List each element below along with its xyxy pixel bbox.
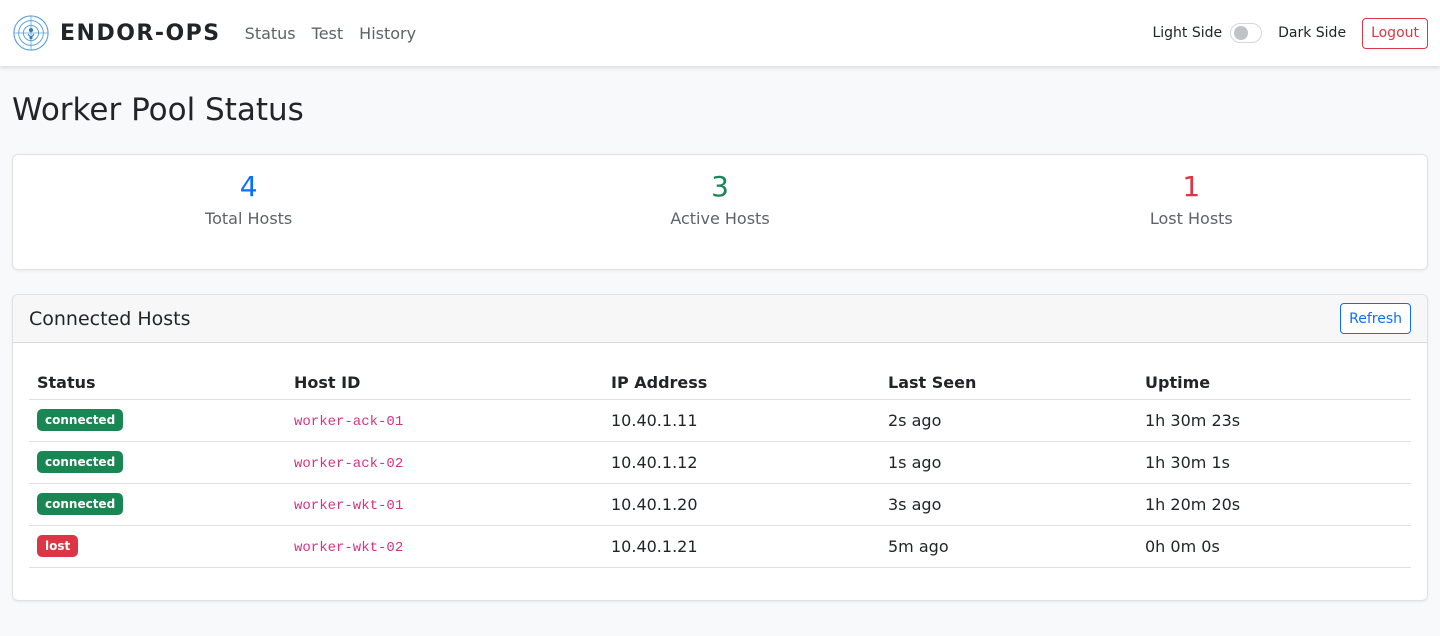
last-seen: 3s ago [880,483,1137,526]
card-title: Connected Hosts [29,307,191,330]
status-badge: lost [37,535,79,557]
column-header-last-seen: Last Seen [880,359,1137,400]
table-row: lost worker-wkt-02 10.40.1.21 5m ago 0h … [29,525,1411,568]
table-row: connected worker-wkt-01 10.40.1.20 3s ag… [29,483,1411,526]
theme-dark-label: Dark Side [1278,25,1347,41]
stat-lost-value: 1 [1182,170,1201,203]
stat-active-value: 3 [711,170,729,203]
toggle-knob [1234,26,1249,40]
host-id: worker-ack-02 [294,456,404,472]
nav-link-history[interactable]: History [359,24,416,43]
status-badge: connected [37,493,124,515]
endor-ops-logo [13,15,49,51]
ip-address: 10.40.1.12 [603,441,880,484]
stat-lost-hosts: 1 Lost Hosts [956,155,1427,269]
ip-address: 10.40.1.21 [603,525,880,568]
main-content: Worker Pool Status 4 Total Hosts 3 Activ… [0,92,1440,601]
last-seen: 5m ago [880,525,1137,568]
table-row: connected worker-ack-01 10.40.1.11 2s ag… [29,399,1411,442]
theme-light-label: Light Side [1152,25,1223,41]
brand-name: ENDOR-OPS [60,20,221,46]
host-id: worker-ack-01 [294,414,404,430]
host-id: worker-wkt-02 [294,540,404,556]
stats-card: 4 Total Hosts 3 Active Hosts 1 Lost Host… [12,154,1428,270]
column-header-host-id: Host ID [286,359,603,400]
uptime: 1h 30m 23s [1137,399,1411,442]
brand[interactable]: ENDOR-OPS [12,14,221,52]
uptime: 0h 0m 0s [1137,525,1411,568]
status-badge: connected [37,409,124,431]
last-seen: 2s ago [880,399,1137,442]
nav-links: Status Test History [245,24,416,43]
column-header-ip-address: IP Address [603,359,880,400]
table-header-row: Status Host ID IP Address Last Seen Upti… [29,359,1411,400]
host-id: worker-wkt-01 [294,498,404,514]
connected-hosts-card: Connected Hosts Refresh Status Host ID I… [12,294,1428,601]
navbar: ENDOR-OPS Status Test History Light Side… [0,0,1440,66]
stat-lost-label: Lost Hosts [1149,209,1233,228]
uptime: 1h 20m 20s [1137,483,1411,526]
ip-address: 10.40.1.11 [603,399,880,442]
card-header: Connected Hosts Refresh [13,295,1427,343]
stat-total-value: 4 [239,170,258,203]
column-header-status: Status [29,359,286,400]
logout-button[interactable]: Logout [1362,17,1428,49]
uptime: 1h 30m 1s [1137,441,1411,484]
page-title: Worker Pool Status [12,92,304,128]
nav-link-test[interactable]: Test [312,24,344,43]
theme-toggle[interactable] [1230,23,1263,43]
refresh-button[interactable]: Refresh [1340,303,1411,334]
hosts-table: Status Host ID IP Address Last Seen Upti… [29,359,1411,568]
last-seen: 1s ago [880,441,1137,484]
nav-right: Light Side Dark Side Logout [1152,17,1428,49]
ip-address: 10.40.1.20 [603,483,880,526]
nav-link-status[interactable]: Status [245,24,296,43]
stat-active-label: Active Hosts [670,209,770,228]
column-header-uptime: Uptime [1137,359,1411,400]
table-row: connected worker-ack-02 10.40.1.12 1s ag… [29,441,1411,484]
stat-active-hosts: 3 Active Hosts [484,155,955,269]
stat-total-label: Total Hosts [205,209,293,228]
stat-total-hosts: 4 Total Hosts [13,155,484,269]
status-badge: connected [37,451,124,473]
card-body: Status Host ID IP Address Last Seen Upti… [13,343,1427,568]
